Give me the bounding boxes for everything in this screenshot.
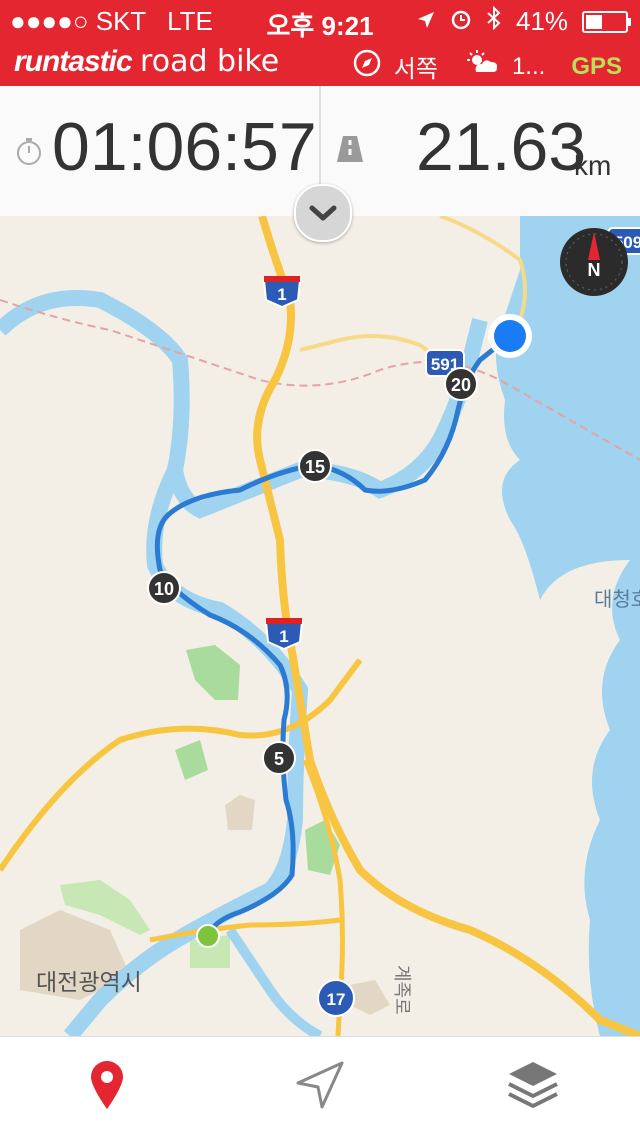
tab-layers[interactable] xyxy=(426,1037,639,1137)
road-distance-icon xyxy=(336,134,364,169)
heading-label: 서쪽 xyxy=(393,56,438,83)
km-marker-15: 15 xyxy=(298,449,332,483)
highway-shield: 1 xyxy=(262,276,302,309)
city-label: 대전광역시 xyxy=(36,969,142,995)
road-name-label: 계족로 xyxy=(392,965,412,1015)
svg-text:17: 17 xyxy=(327,990,346,1009)
gps-indicator: GPS xyxy=(571,52,622,80)
runtastic-logo: runtastic road bike xyxy=(14,44,279,79)
start-marker xyxy=(196,924,220,948)
status-right: 41% xyxy=(416,5,631,37)
km-marker-5: 5 xyxy=(262,741,296,775)
battery-icon xyxy=(582,10,631,33)
distance-value: 21.63 xyxy=(416,109,587,185)
compass-button[interactable]: N xyxy=(560,228,628,296)
map-pin-icon xyxy=(87,1059,127,1116)
compass-heading-icon xyxy=(352,48,382,85)
svg-text:5: 5 xyxy=(274,749,284,769)
status-bar: ●●●●○ SKT LTE 오후 9:21 41% xyxy=(0,0,640,41)
svg-text:N: N xyxy=(588,260,601,280)
km-marker-20: 20 xyxy=(444,367,478,401)
svg-text:1: 1 xyxy=(279,627,288,646)
bottom-toolbar xyxy=(0,1036,640,1137)
collapse-stats-button[interactable] xyxy=(294,184,352,242)
current-location-dot xyxy=(494,320,526,352)
bluetooth-icon xyxy=(486,5,502,37)
highway-shield: 1 xyxy=(264,618,304,651)
chevron-down-icon xyxy=(309,205,337,221)
svg-text:1: 1 xyxy=(277,285,286,304)
brand-road-bike: road bike xyxy=(140,44,280,79)
battery-fill xyxy=(586,14,602,29)
route-map[interactable]: 대전광역시 대청호 계족로 1 1 591 17 509 5 xyxy=(0,216,640,1036)
navigation-arrow-icon xyxy=(294,1059,346,1116)
lake-label: 대청호 xyxy=(594,588,640,611)
app-header-indicators: 서쪽 1... GPS xyxy=(352,48,622,85)
km-marker-10: 10 xyxy=(147,571,181,605)
distance-unit: km xyxy=(574,150,612,181)
svg-text:10: 10 xyxy=(154,579,174,599)
weather-icon xyxy=(466,50,500,83)
svg-text:20: 20 xyxy=(451,375,471,395)
location-arrow-icon xyxy=(416,6,436,37)
alarm-icon xyxy=(450,6,472,37)
battery-percent: 41% xyxy=(515,6,568,36)
stopwatch-icon xyxy=(14,136,44,171)
tab-map[interactable] xyxy=(0,1037,213,1137)
brand-runtastic: runtastic xyxy=(14,45,133,78)
app-header: runtastic road bike 서쪽 1... GPS xyxy=(0,40,640,86)
weather-label: 1... xyxy=(511,52,546,80)
duration-value: 01:06:57 xyxy=(52,109,317,185)
layers-icon xyxy=(506,1058,560,1117)
tab-navigation[interactable] xyxy=(213,1037,426,1137)
highway-shield: 17 xyxy=(317,979,355,1017)
svg-text:15: 15 xyxy=(305,457,325,477)
